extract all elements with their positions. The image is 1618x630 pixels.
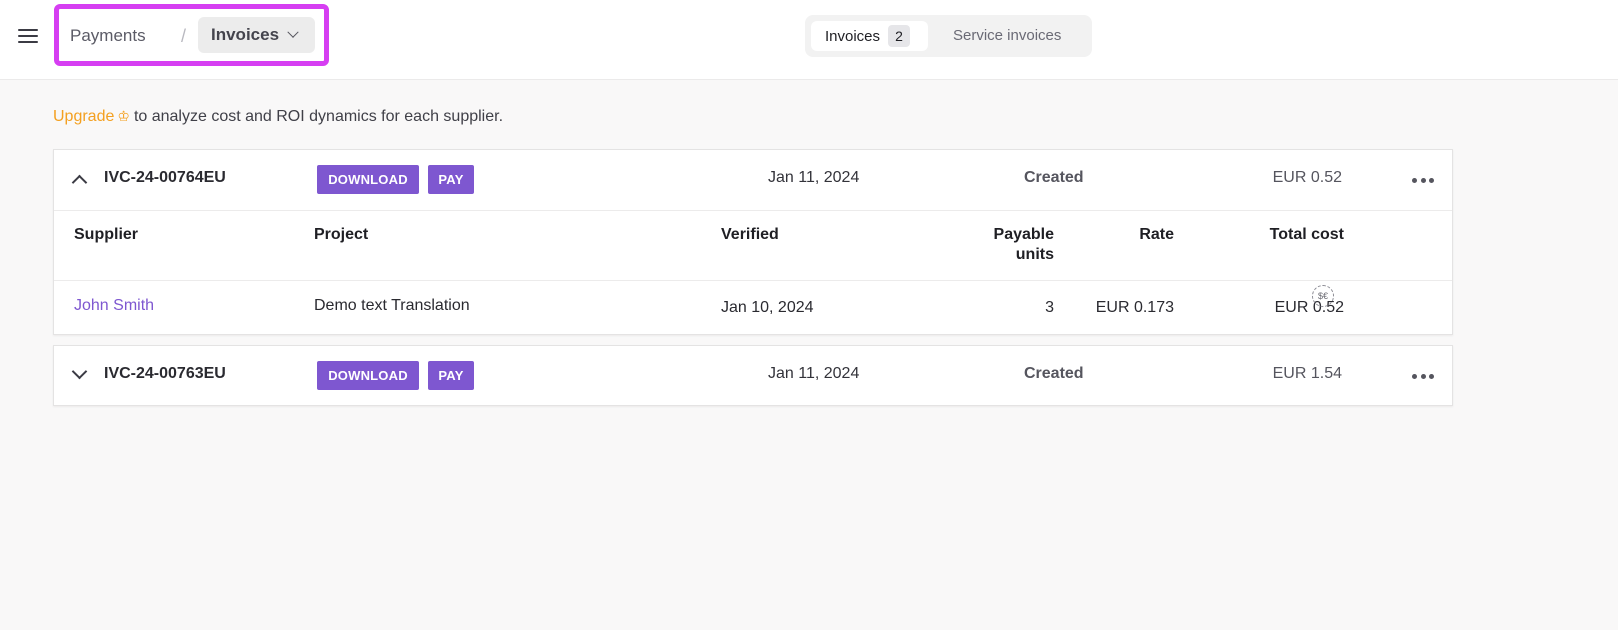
invoice-date: Jan 11, 2024 <box>768 365 860 382</box>
divider <box>54 280 1452 281</box>
invoice-card: IVC-24-00763EU DOWNLOAD PAY Jan 11, 2024… <box>53 345 1453 406</box>
column-header-verified: Verified <box>721 226 779 243</box>
project-name: Demo text Translation <box>314 297 470 314</box>
invoice-amount: EUR 0.52 <box>1272 169 1342 186</box>
breadcrumb-payments[interactable]: Payments <box>70 23 146 49</box>
column-header-rate: Rate <box>1139 226 1174 243</box>
pay-button[interactable]: PAY <box>428 361 474 390</box>
download-button[interactable]: DOWNLOAD <box>317 361 419 390</box>
chevron-down-icon <box>287 26 299 38</box>
invoice-summary-row: IVC-24-00764EU DOWNLOAD PAY Jan 11, 2024… <box>54 150 1452 210</box>
invoice-status: Created <box>1024 365 1084 382</box>
pay-button[interactable]: PAY <box>428 165 474 194</box>
more-options-icon[interactable] <box>1412 374 1434 380</box>
invoice-status: Created <box>1024 169 1084 186</box>
currency-exchange-icon[interactable]: $€ <box>1312 285 1334 307</box>
column-header-payable-units-line2: units <box>1015 246 1054 263</box>
column-header-total-cost: Total cost <box>1269 226 1344 243</box>
breadcrumb-invoices-dropdown[interactable]: Invoices <box>198 17 315 53</box>
column-header-project: Project <box>314 226 369 243</box>
divider <box>54 210 1452 211</box>
invoice-summary-row: IVC-24-00763EU DOWNLOAD PAY Jan 11, 2024… <box>54 346 1452 406</box>
upgrade-promo: Upgrade ♔ to analyze cost and ROI dynamics… <box>53 108 503 126</box>
tab-invoices-label: Invoices <box>825 27 881 45</box>
download-button[interactable]: DOWNLOAD <box>317 165 419 194</box>
invoice-id: IVC-24-00763EU <box>104 365 226 382</box>
chevron-down-icon[interactable] <box>71 363 88 380</box>
tab-invoices[interactable]: Invoices 2 <box>811 21 928 51</box>
crown-icon: ♔ <box>117 108 130 124</box>
breadcrumb-separator: / <box>181 26 187 46</box>
invoice-card: IVC-24-00764EU DOWNLOAD PAY Jan 11, 2024… <box>53 149 1453 335</box>
breadcrumb-invoices-label: Invoices <box>211 25 280 44</box>
invoice-date: Jan 11, 2024 <box>768 169 860 186</box>
invoice-id: IVC-24-00764EU <box>104 169 226 186</box>
column-header-payable-units: Payable units <box>934 225 1054 265</box>
more-options-icon[interactable] <box>1412 178 1434 184</box>
hamburger-menu-icon[interactable] <box>17 26 39 46</box>
tab-switcher: Invoices 2 Service invoices <box>805 15 1092 57</box>
upgrade-promo-text: to analyze cost and ROI dynamics for eac… <box>133 108 504 125</box>
payable-units-value: 3 <box>1045 299 1054 316</box>
upgrade-link[interactable]: Upgrade <box>53 108 114 125</box>
tab-service-invoices[interactable]: Service invoices <box>953 21 1061 51</box>
column-header-supplier: Supplier <box>74 226 139 243</box>
verified-date: Jan 10, 2024 <box>721 299 814 316</box>
tab-invoices-count-badge: 2 <box>888 25 911 47</box>
chevron-up-icon[interactable] <box>71 174 88 191</box>
column-header-payable-units-line1: Payable <box>993 226 1054 243</box>
supplier-link[interactable]: John Smith <box>74 297 154 315</box>
rate-value: EUR 0.173 <box>1095 299 1174 316</box>
invoice-amount: EUR 1.54 <box>1272 365 1342 382</box>
top-bar: Payments / Invoices Invoices 2 Service i… <box>0 0 1618 80</box>
